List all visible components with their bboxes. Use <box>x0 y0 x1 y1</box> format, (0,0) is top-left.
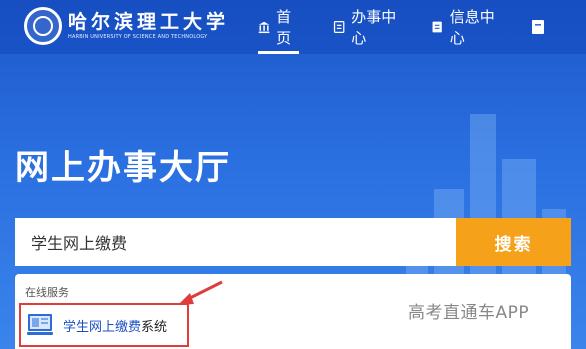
logo-chinese-name: 哈尔滨理工大学 <box>68 11 230 33</box>
main-nav: 首页 办事中心 信息中心 <box>258 0 586 54</box>
university-seal-icon <box>24 7 62 45</box>
logo-text: 哈尔滨理工大学 HARBIN UNIVERSITY OF SCIENCE AND… <box>68 11 229 41</box>
page-title: 网上办事大厅 <box>15 148 231 188</box>
document-icon <box>333 20 345 34</box>
logo-english-name: HARBIN UNIVERSITY OF SCIENCE AND TECHNOL… <box>68 34 208 40</box>
document-icon <box>432 21 443 33</box>
nav-item-info-center[interactable]: 信息中心 <box>431 0 496 54</box>
nav-item-more[interactable] <box>530 0 552 54</box>
monitor-icon <box>27 314 53 335</box>
nav-item-service-center[interactable]: 办事中心 <box>333 0 398 54</box>
annotation-arrow-icon <box>178 280 223 305</box>
result-rest-text: 系统 <box>141 319 168 335</box>
search-button[interactable]: 搜索 <box>456 218 571 266</box>
watermark-text: 高考直通车APP <box>408 303 530 323</box>
section-label-online-services: 在线服务 <box>25 286 69 299</box>
nav-item-home[interactable]: 首页 <box>258 0 299 54</box>
result-item-label: 学生网上缴费系统 <box>63 316 167 335</box>
home-icon <box>258 21 270 34</box>
university-logo[interactable]: 哈尔滨理工大学 HARBIN UNIVERSITY OF SCIENCE AND… <box>24 7 229 45</box>
document-icon <box>531 20 544 34</box>
nav-item-label: 办事中心 <box>351 8 397 47</box>
top-navigation-bar: 哈尔滨理工大学 HARBIN UNIVERSITY OF SCIENCE AND… <box>0 0 586 54</box>
search-input[interactable] <box>15 218 456 266</box>
nav-item-label: 信息中心 <box>449 8 495 47</box>
nav-item-label: 首页 <box>276 8 292 47</box>
search-bar: 搜索 <box>15 218 571 266</box>
result-highlight-text: 学生网上缴费 <box>63 319 142 335</box>
result-item-student-payment[interactable]: 学生网上缴费系统 <box>19 303 189 347</box>
